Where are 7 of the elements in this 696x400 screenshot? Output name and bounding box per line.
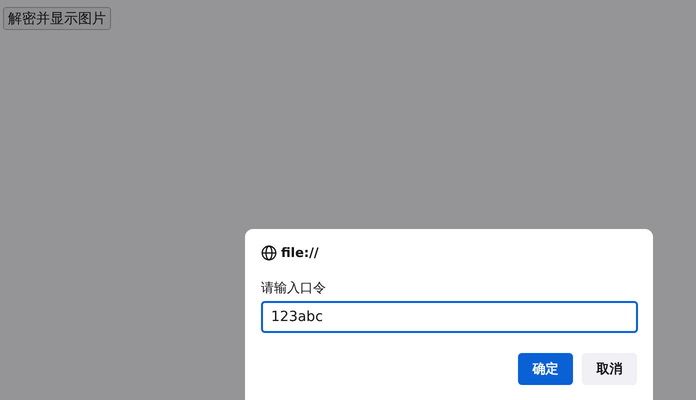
confirm-button[interactable]: 确定 xyxy=(518,353,573,385)
prompt-label: 请输入口令 xyxy=(261,280,326,297)
password-field[interactable]: 123abc xyxy=(261,301,638,333)
decrypt-button[interactable]: 解密并显示图片 xyxy=(3,7,111,30)
globe-icon xyxy=(261,245,277,261)
origin-text: file:// xyxy=(281,246,319,260)
cancel-button[interactable]: 取消 xyxy=(582,353,637,385)
